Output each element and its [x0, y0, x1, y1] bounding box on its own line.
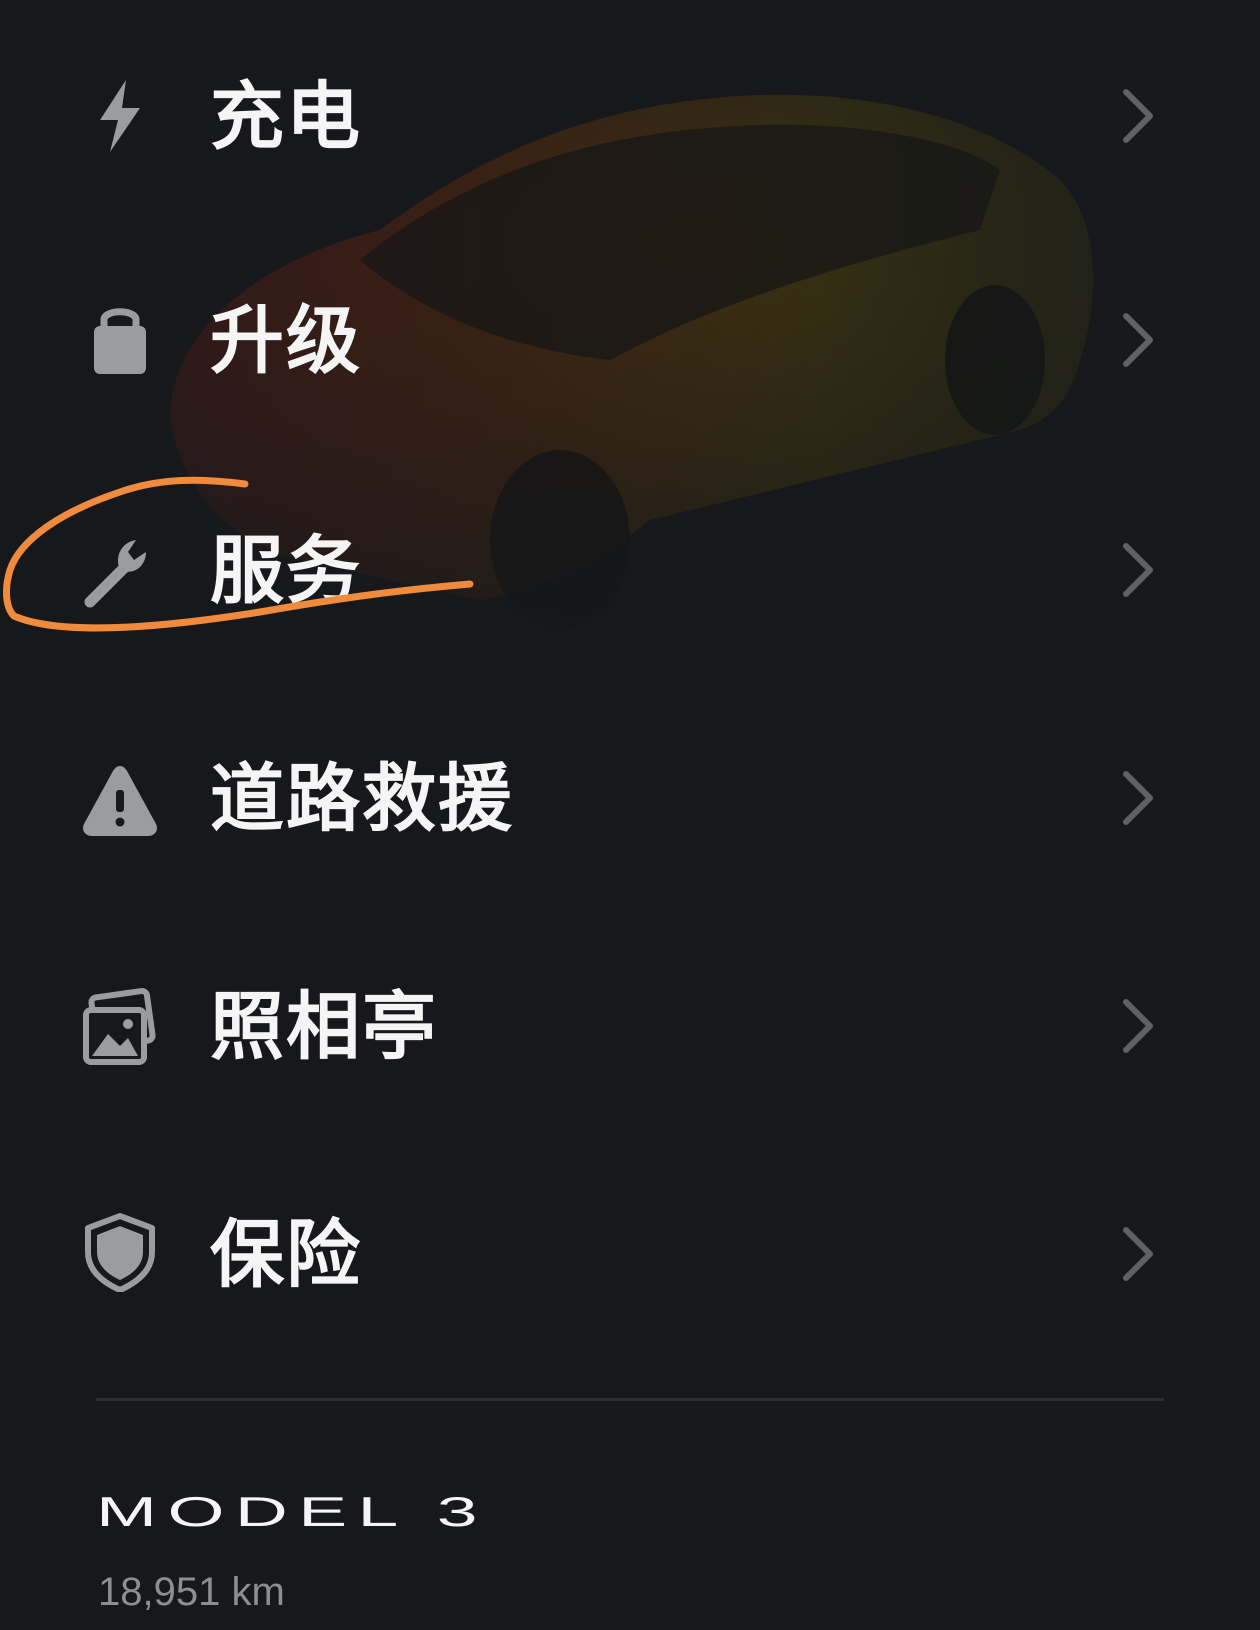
- warning-triangle-icon: [82, 766, 158, 836]
- menu-item-service[interactable]: 服务: [0, 466, 1260, 666]
- chevron-right-icon: [1123, 313, 1153, 367]
- section-divider: [96, 1398, 1164, 1401]
- menu-item-charging[interactable]: 充电: [0, 10, 1260, 210]
- menu-label-photobooth: 照相亭: [210, 984, 438, 1070]
- chevron-right-icon: [1123, 543, 1153, 597]
- wrench-icon: [84, 540, 146, 608]
- lightning-bolt-icon: [100, 80, 140, 152]
- shield-icon: [85, 1213, 155, 1292]
- shopping-bag-icon: [94, 308, 146, 374]
- photos-icon: [83, 988, 156, 1065]
- odometer-reading: 18,951 km: [98, 1570, 285, 1614]
- menu-label-service: 服务: [210, 528, 362, 614]
- chevron-right-icon: [1123, 771, 1153, 825]
- chevron-right-icon: [1123, 999, 1153, 1053]
- menu-item-insurance[interactable]: 保险: [0, 1150, 1260, 1350]
- vehicle-menu-screen: 充电 升级 服务 道路救援 照相亭 保险 MODEL 3 18,951 km: [0, 0, 1260, 1630]
- menu-label-upgrades: 升级: [210, 298, 362, 384]
- menu-label-roadside: 道路救援: [210, 756, 514, 842]
- menu-item-photobooth[interactable]: 照相亭: [0, 922, 1260, 1122]
- model-name: MODEL 3: [96, 1488, 488, 1532]
- menu-item-upgrades[interactable]: 升级: [0, 238, 1260, 438]
- menu-label-charging: 充电: [210, 74, 362, 160]
- model-3-wordmark: MODEL 3: [96, 1488, 488, 1532]
- chevron-right-icon: [1123, 1227, 1153, 1281]
- chevron-right-icon: [1123, 89, 1153, 143]
- menu-label-insurance: 保险: [210, 1212, 362, 1298]
- menu-item-roadside[interactable]: 道路救援: [0, 694, 1260, 894]
